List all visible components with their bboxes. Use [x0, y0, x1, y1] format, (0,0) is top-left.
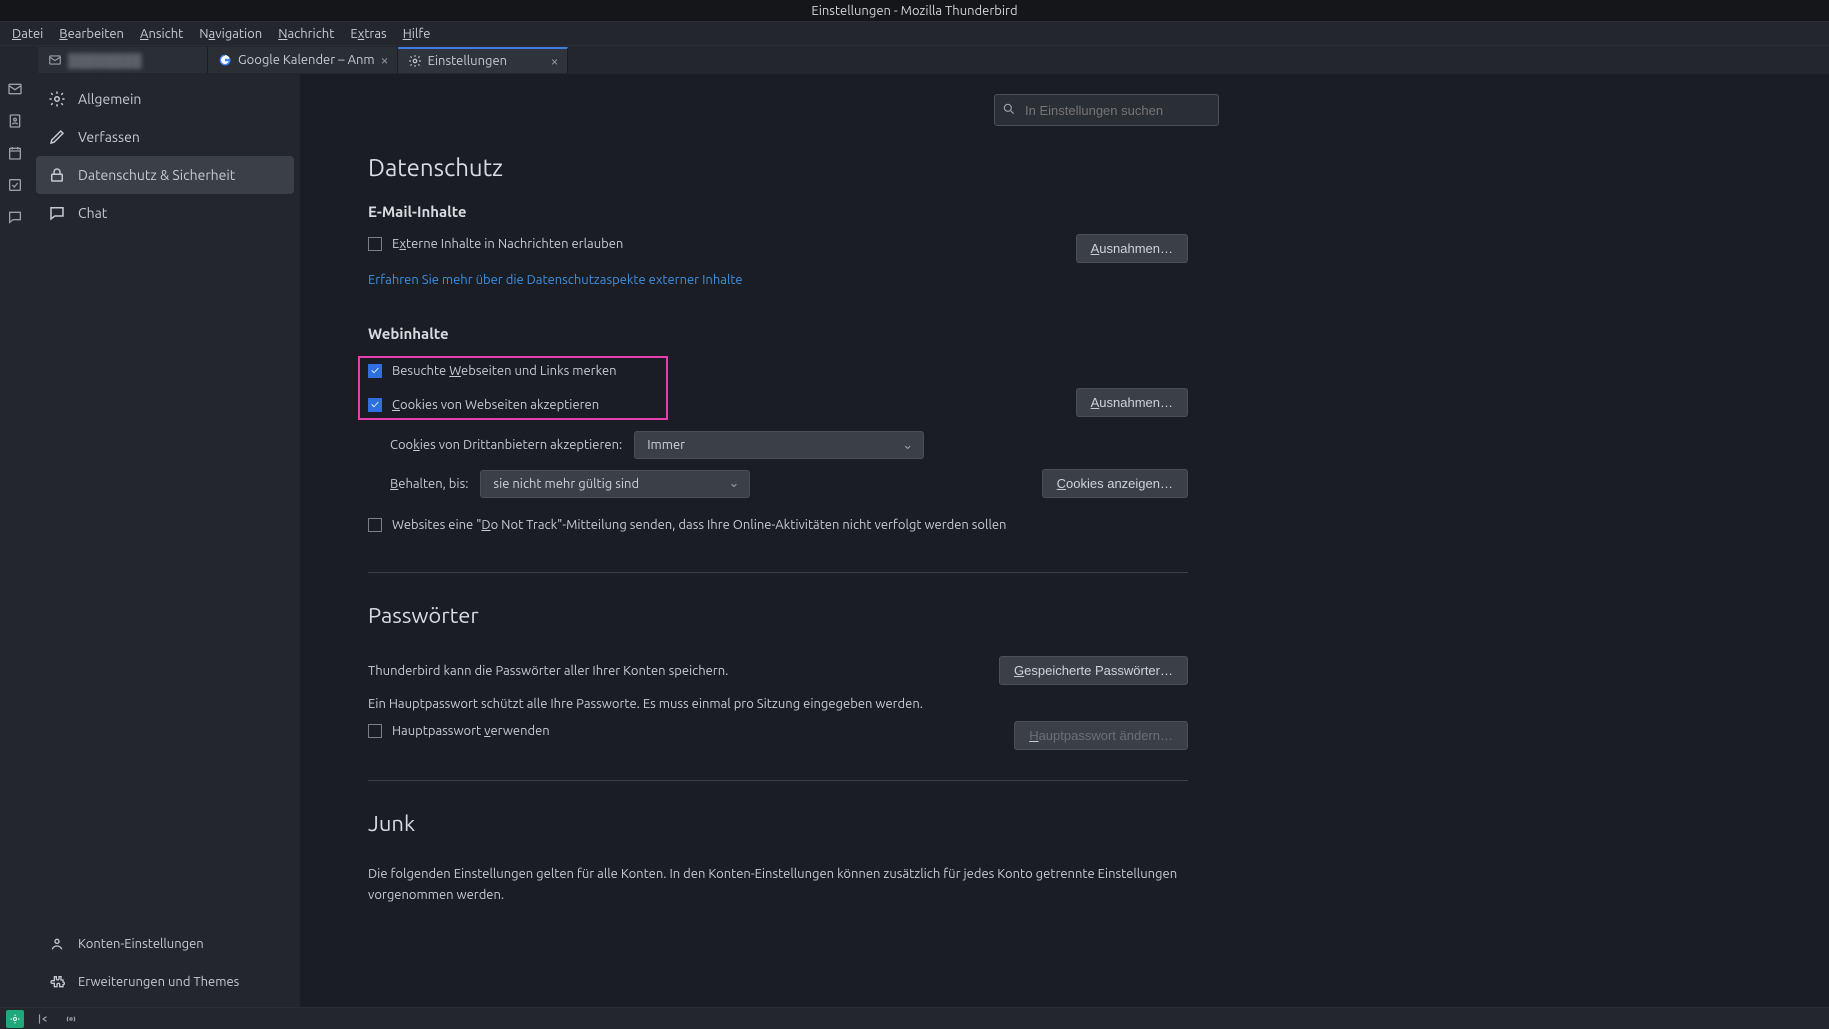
puzzle-icon [48, 973, 66, 991]
gear-icon [48, 90, 66, 108]
menu-datei[interactable]: Datei [4, 27, 51, 41]
close-icon[interactable]: × [551, 53, 559, 69]
menu-extras[interactable]: Extras [342, 27, 394, 41]
change-master-password-button: Hauptpasswort ändern… [1014, 721, 1188, 750]
search-wrap [994, 94, 1219, 126]
calendar-icon[interactable] [6, 144, 24, 162]
sidebar-item-label: Verfassen [78, 129, 140, 145]
tab-settings-label: Einstellungen [428, 54, 508, 68]
dnt-checkbox[interactable] [368, 518, 382, 532]
saved-passwords-button[interactable]: Gespeicherte Passwörter… [999, 656, 1188, 685]
remember-visited-label: Besuchte Webseiten und Links merken [392, 364, 617, 378]
settings-sidebar: Allgemein Verfassen Datenschutz & Sicher… [30, 74, 300, 1007]
mail-icon[interactable] [6, 80, 24, 98]
remember-visited-checkbox[interactable]: ✓ [368, 364, 382, 378]
chat-icon[interactable] [6, 208, 24, 226]
menubar: Datei Bearbeiten Ansicht Navigation Nach… [0, 22, 1829, 46]
dnt-row[interactable]: Websites eine "Do Not Track"-Mitteilung … [368, 518, 1006, 532]
cookie-exceptions-button[interactable]: Ausnahmen… [1076, 388, 1188, 417]
privacy-heading: Datenschutz [368, 154, 1188, 181]
accept-cookies-checkbox[interactable]: ✓ [368, 398, 382, 412]
master-password-desc: Ein Hauptpasswort schützt alle Ihre Pass… [368, 697, 923, 711]
remember-visited-row[interactable]: ✓ Besuchte Webseiten und Links merken [368, 364, 617, 378]
chevron-down-icon: ⌄ [729, 476, 740, 491]
sidebar-item-compose[interactable]: Verfassen [36, 118, 294, 156]
content-pane: Datenschutz E-Mail-Inhalte Externe Inhal… [300, 74, 1829, 1007]
email-content-heading: E-Mail-Inhalte [368, 203, 1188, 220]
sidebar-item-label: Konten-Einstellungen [78, 937, 204, 951]
network-status-icon[interactable] [62, 1010, 80, 1028]
gear-icon [408, 54, 422, 68]
passwords-desc: Thunderbird kann die Passwörter aller Ih… [368, 664, 728, 678]
collapse-left-icon[interactable] [34, 1010, 52, 1028]
accept-cookies-label: Cookies von Webseiten akzeptieren [392, 398, 599, 412]
junk-heading: Junk [368, 811, 1188, 836]
junk-desc: Die folgenden Einstellungen gelten für a… [368, 864, 1188, 906]
use-master-password-label: Hauptpasswort verwenden [392, 724, 550, 738]
third-party-value: Immer [647, 438, 685, 452]
menu-nachricht[interactable]: Nachricht [270, 27, 342, 41]
sidebar-item-label: Chat [78, 205, 107, 221]
account-icon [48, 935, 66, 953]
highlight-annotation: ✓ Besuchte Webseiten und Links merken ✓ … [358, 356, 668, 420]
tab-account[interactable]: ████████ [38, 47, 208, 73]
passwords-heading: Passwörter [368, 603, 1188, 628]
sidebar-item-account-settings[interactable]: Konten-Einstellungen [36, 925, 294, 963]
search-input[interactable] [994, 94, 1219, 126]
addressbook-icon[interactable] [6, 112, 24, 130]
addons-status-icon[interactable] [6, 1010, 24, 1028]
keep-until-select[interactable]: sie nicht mehr gültig sind ⌄ [480, 470, 750, 498]
sidebar-item-general[interactable]: Allgemein [36, 80, 294, 118]
search-icon [1002, 102, 1016, 116]
lock-icon [48, 166, 66, 184]
allow-remote-content-label: Externe Inhalte in Nachrichten erlauben [392, 237, 623, 251]
statusbar [0, 1007, 1829, 1029]
allow-remote-content-checkbox[interactable] [368, 237, 382, 251]
tabs-row: ████████ Google Kalender – Anm × Einstel… [0, 46, 1829, 74]
menu-bearbeiten[interactable]: Bearbeiten [51, 27, 132, 41]
sidebar-item-chat[interactable]: Chat [36, 194, 294, 232]
allow-remote-content-row[interactable]: Externe Inhalte in Nachrichten erlauben [368, 237, 623, 251]
third-party-label: Cookies von Drittanbietern akzeptieren: [390, 438, 622, 452]
window-title: Einstellungen - Mozilla Thunderbird [0, 0, 1829, 22]
show-cookies-button[interactable]: Cookies anzeigen… [1042, 469, 1188, 498]
sidebar-item-privacy[interactable]: Datenschutz & Sicherheit [36, 156, 294, 194]
sidebar-item-extensions[interactable]: Erweiterungen und Themes [36, 963, 294, 1001]
menu-hilfe[interactable]: Hilfe [395, 27, 439, 41]
web-content-heading: Webinhalte [368, 325, 1188, 342]
dnt-label: Websites eine "Do Not Track"-Mitteilung … [392, 518, 1006, 532]
close-icon[interactable]: × [381, 52, 389, 68]
use-master-password-checkbox[interactable] [368, 724, 382, 738]
tab-google-calendar-label: Google Kalender – Anm [238, 53, 375, 67]
left-rail [0, 74, 30, 1007]
google-icon [218, 53, 232, 67]
tab-google-calendar[interactable]: Google Kalender – Anm × [208, 47, 398, 73]
third-party-select[interactable]: Immer ⌄ [634, 431, 924, 459]
learn-more-link[interactable]: Erfahren Sie mehr über die Datenschutzas… [368, 273, 743, 287]
chat-icon [48, 204, 66, 222]
use-master-password-row[interactable]: Hauptpasswort verwenden [368, 724, 550, 738]
sidebar-item-label: Erweiterungen und Themes [78, 975, 239, 989]
tasks-icon[interactable] [6, 176, 24, 194]
sidebar-item-label: Allgemein [78, 91, 141, 107]
mail-icon [48, 53, 62, 67]
pencil-icon [48, 128, 66, 146]
keep-until-value: sie nicht mehr gültig sind [493, 477, 639, 491]
tab-account-label: ████████ [68, 53, 142, 68]
remote-exceptions-button[interactable]: Ausnahmen… [1076, 234, 1188, 263]
sidebar-item-label: Datenschutz & Sicherheit [78, 167, 235, 183]
menu-ansicht[interactable]: Ansicht [132, 27, 191, 41]
tab-settings[interactable]: Einstellungen × [398, 47, 568, 73]
menu-navigation[interactable]: Navigation [191, 27, 270, 41]
chevron-down-icon: ⌄ [902, 438, 913, 453]
keep-until-label: Behalten, bis: [390, 477, 468, 491]
accept-cookies-row[interactable]: ✓ Cookies von Webseiten akzeptieren [368, 398, 599, 412]
